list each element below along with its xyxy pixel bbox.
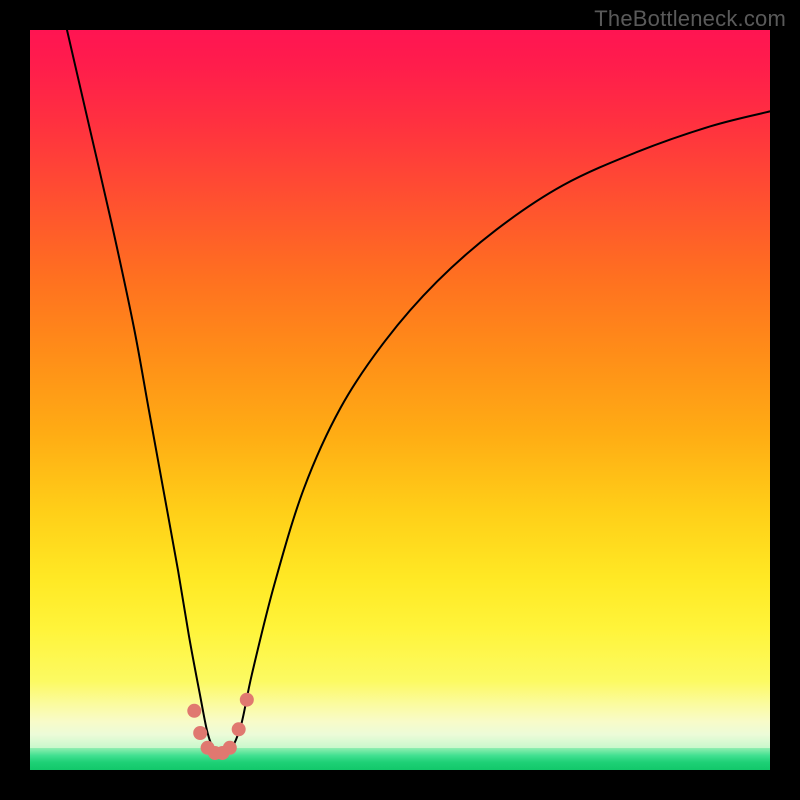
curve-marker <box>193 726 207 740</box>
chart-frame: TheBottleneck.com <box>0 0 800 800</box>
curve-marker <box>223 741 237 755</box>
curve-marker <box>232 722 246 736</box>
plot-area <box>30 30 770 770</box>
curve-marker <box>187 704 201 718</box>
curve-marker <box>240 693 254 707</box>
chart-svg <box>30 30 770 770</box>
watermark-text: TheBottleneck.com <box>594 6 786 32</box>
bottleneck-curve <box>67 30 770 754</box>
curve-markers <box>187 693 254 760</box>
